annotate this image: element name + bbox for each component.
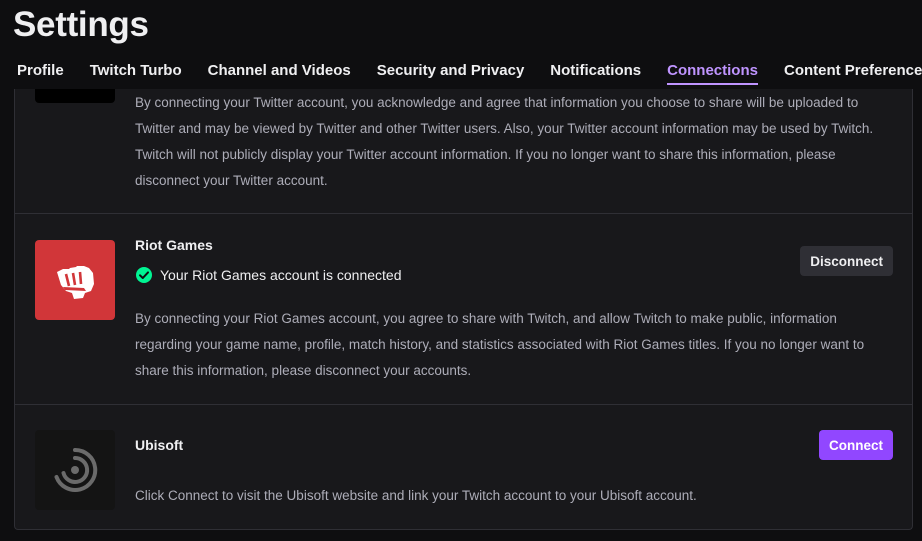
tab-content-preferences[interactable]: Content Preferences [784, 60, 922, 86]
riot-fist-icon [57, 266, 94, 299]
page-title: Settings [13, 5, 149, 44]
tab-connections[interactable]: Connections [667, 60, 758, 86]
tab-twitch-turbo[interactable]: Twitch Turbo [90, 60, 182, 86]
riot-games-logo [35, 240, 115, 320]
ubisoft-name: Ubisoft [135, 437, 184, 453]
riot-games-status-text: Your Riot Games account is connected [160, 267, 402, 283]
ubisoft-swirl-icon [54, 447, 98, 492]
connections-panel: By connecting your Twitter account, you … [14, 89, 913, 530]
riot-games-status: Your Riot Games account is connected [135, 266, 402, 284]
tab-profile[interactable]: Profile [17, 60, 64, 86]
check-circle-icon [136, 267, 152, 283]
riot-games-description: By connecting your Riot Games account, y… [135, 311, 865, 378]
riot-games-disconnect-button[interactable]: Disconnect [800, 246, 893, 276]
ubisoft-description: Click Connect to visit the Ubisoft websi… [135, 488, 697, 503]
connection-row-ubisoft: Ubisoft Connect Click Connect to visit t… [15, 405, 912, 529]
tab-notifications[interactable]: Notifications [550, 60, 641, 86]
twitter-logo [35, 89, 115, 103]
tab-channel-and-videos[interactable]: Channel and Videos [208, 60, 351, 86]
ubisoft-logo [35, 430, 115, 510]
connection-row-twitter: By connecting your Twitter account, you … [15, 89, 912, 214]
riot-games-name: Riot Games [135, 237, 213, 253]
ubisoft-connect-button[interactable]: Connect [819, 430, 893, 460]
twitter-description: By connecting your Twitter account, you … [135, 95, 874, 188]
tab-security-and-privacy[interactable]: Security and Privacy [377, 60, 525, 86]
connection-row-riot-games: Riot Games Your Riot Games account is co… [15, 214, 912, 405]
settings-tabs: Profile Twitch Turbo Channel and Videos … [17, 60, 922, 90]
